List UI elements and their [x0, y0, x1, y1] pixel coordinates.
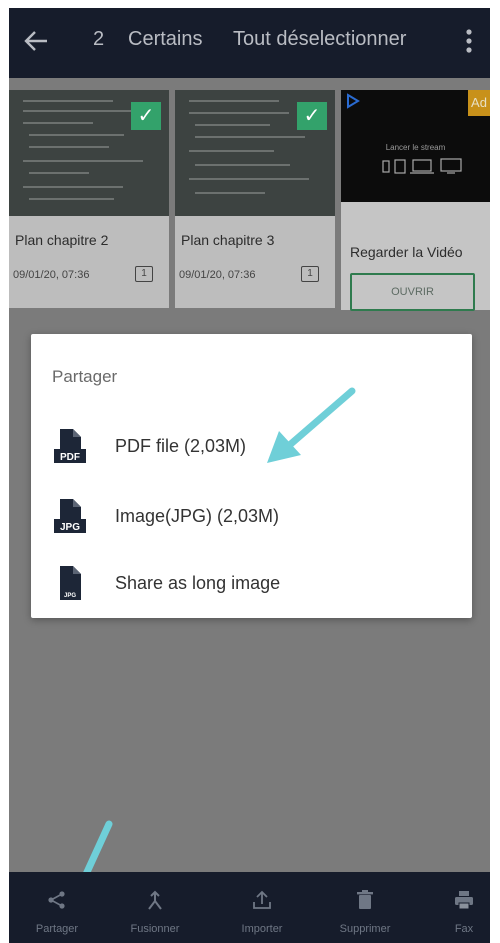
- page-count-badge: 1: [135, 266, 153, 282]
- ad-choices-icon[interactable]: [345, 93, 361, 109]
- fax-label: Fax: [454, 923, 474, 935]
- trash-icon: [357, 890, 373, 909]
- import-label: Importer: [241, 923, 283, 935]
- merge-label: Fusionner: [130, 923, 180, 935]
- merge-icon: [148, 890, 162, 910]
- document-date: 09/01/20, 07:36: [13, 269, 90, 281]
- pdf-file-icon: PDF: [54, 429, 86, 463]
- document-title: Plan chapitre 3: [181, 232, 275, 248]
- certains-button[interactable]: Certains: [128, 28, 202, 51]
- import-icon: [253, 890, 271, 909]
- svg-text:JPG: JPG: [60, 522, 80, 533]
- merge-button[interactable]: Fusionner: [115, 872, 195, 943]
- document-card[interactable]: ✓ Plan chapitre 3 09/01/20, 07:36 1: [175, 90, 335, 308]
- deselect-all-button[interactable]: Tout déselectionner: [233, 28, 406, 51]
- selected-count: 2: [93, 28, 105, 50]
- share-option-long-image[interactable]: JPG Share as long image: [31, 556, 472, 612]
- share-label: Partager: [35, 923, 79, 935]
- document-card[interactable]: ✓ Plan chapitre 2 09/01/20, 07:36 1: [9, 90, 169, 308]
- app-screen: 2 Certains Tout déselectionner ✓ Plan ch…: [9, 8, 490, 943]
- share-option-pdf[interactable]: PDF PDF file (2,03M): [31, 419, 472, 475]
- ad-card[interactable]: Lancer le stream Ad Regarder la Vidéo OU…: [341, 90, 490, 311]
- delete-label: Supprimer: [339, 923, 391, 935]
- ad-title: Regarder la Vidéo: [350, 244, 463, 260]
- long-image-icon: JPG: [60, 566, 81, 600]
- page-count-badge: 1: [301, 266, 319, 282]
- fax-button[interactable]: Fax: [438, 872, 490, 943]
- printer-icon: [455, 891, 473, 910]
- ad-badge: Ad: [468, 90, 490, 116]
- share-option-label: Share as long image: [115, 573, 281, 593]
- more-options-icon[interactable]: [459, 26, 479, 56]
- dialog-title: Partager: [52, 367, 118, 386]
- ad-image-text: Lancer le stream: [385, 143, 446, 152]
- selected-check-icon[interactable]: ✓: [131, 102, 161, 130]
- selection-toolbar: 2 Certains Tout déselectionner: [9, 8, 490, 78]
- share-button[interactable]: Partager: [17, 872, 97, 943]
- share-dialog: Partager PDF PDF file (2,03M) JPG Image(…: [31, 334, 472, 618]
- share-option-label: PDF file (2,03M): [115, 436, 247, 456]
- ad-open-button[interactable]: OUVRIR: [350, 273, 475, 311]
- devices-icon: [382, 158, 462, 174]
- back-arrow-icon[interactable]: [23, 28, 49, 54]
- delete-button[interactable]: Supprimer: [325, 872, 405, 943]
- selected-check-icon[interactable]: ✓: [297, 102, 327, 130]
- share-option-jpg[interactable]: JPG Image(JPG) (2,03M): [31, 489, 472, 545]
- svg-text:PDF: PDF: [60, 452, 80, 463]
- import-button[interactable]: Importer: [222, 872, 302, 943]
- share-option-label: Image(JPG) (2,03M): [115, 506, 280, 526]
- pointer-arrow-icon: [267, 387, 356, 463]
- svg-text:JPG: JPG: [64, 593, 76, 599]
- jpg-file-icon: JPG: [54, 499, 86, 533]
- document-date: 09/01/20, 07:36: [179, 269, 256, 281]
- share-icon: [48, 891, 65, 909]
- document-title: Plan chapitre 2: [15, 232, 109, 248]
- bottom-action-bar: Partager Fusionner Importer Supprimer Fa…: [9, 872, 490, 943]
